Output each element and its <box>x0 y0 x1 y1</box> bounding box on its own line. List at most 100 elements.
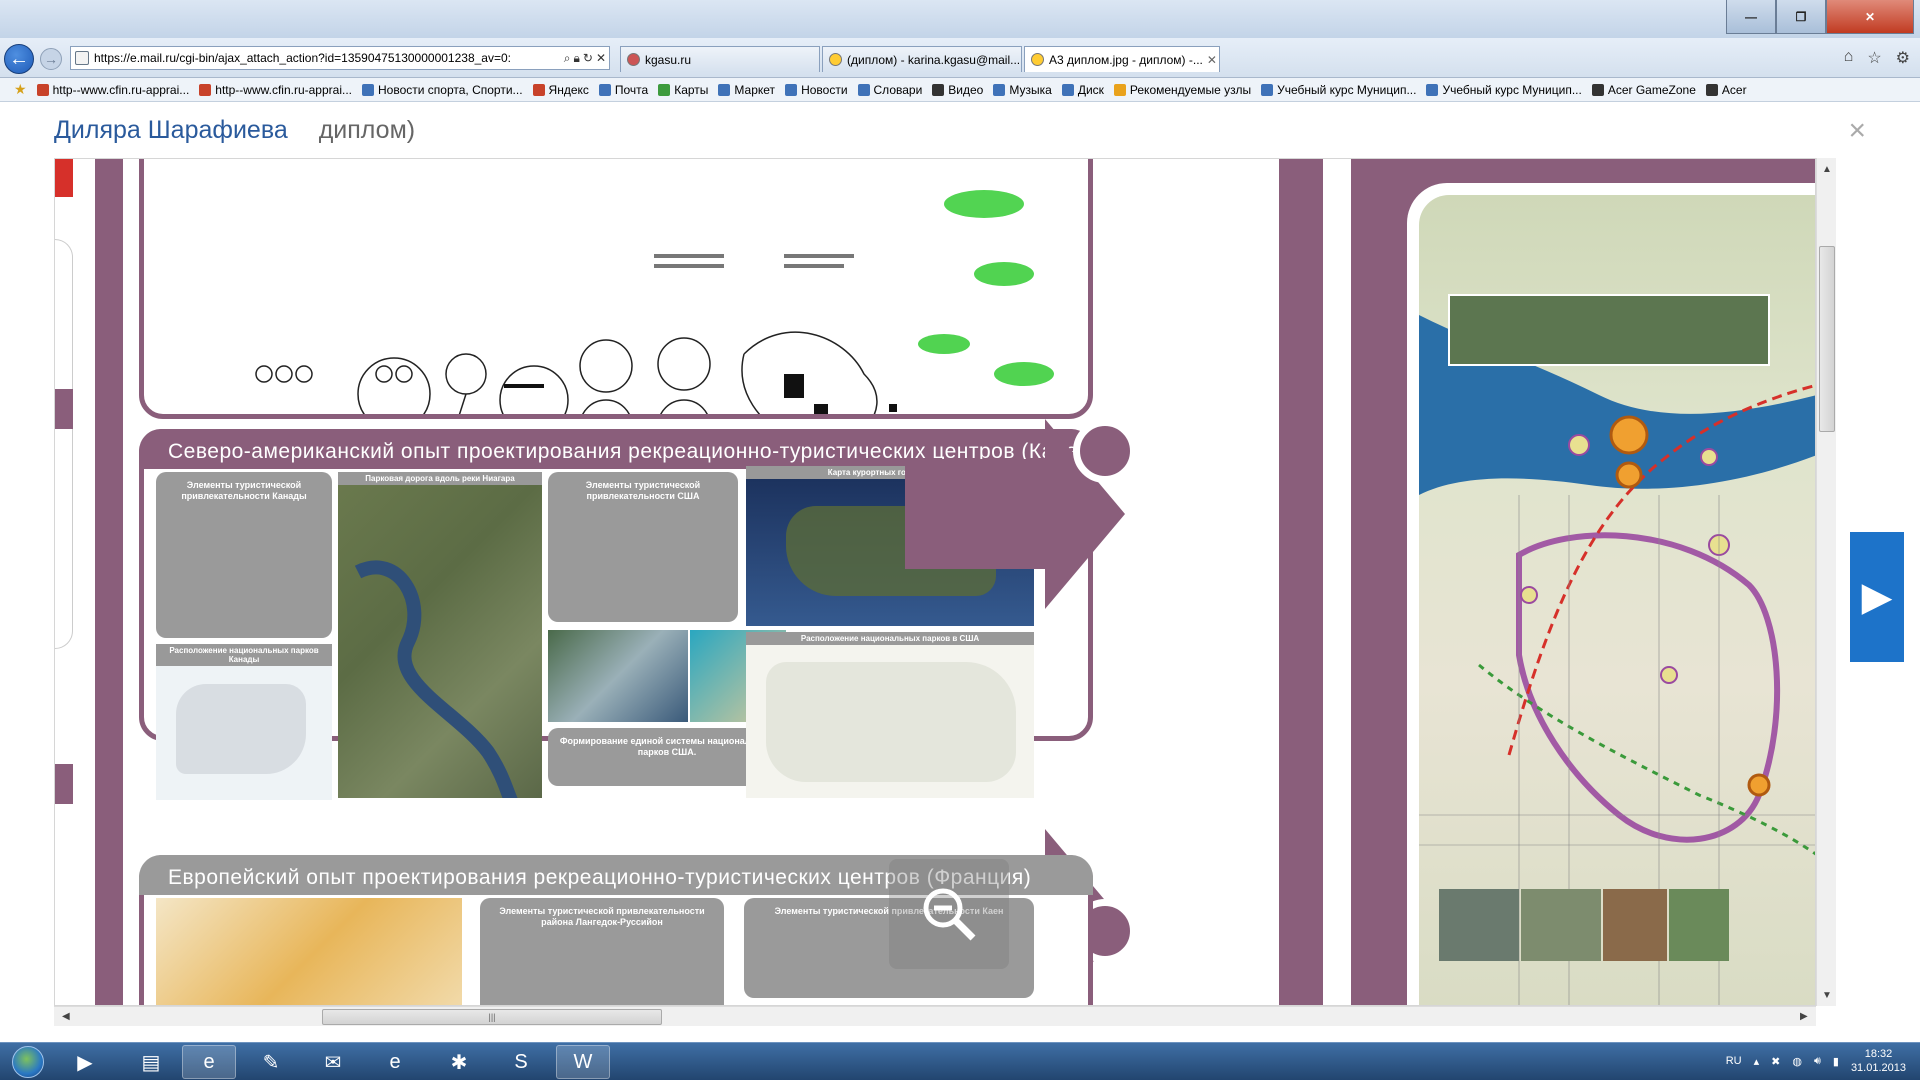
tab-attachment[interactable]: А3 диплом.jpg - диплом) -... ✕ <box>1024 46 1220 72</box>
favorite-link[interactable]: Словари <box>857 83 922 97</box>
power-icon[interactable]: ▮ <box>1833 1055 1839 1068</box>
bookmark-icon <box>1426 83 1439 96</box>
tab-favicon-icon <box>1031 53 1044 66</box>
internet-explorer-icon[interactable]: e <box>182 1045 236 1079</box>
favorite-link[interactable]: http--www.cfin.ru-apprai... <box>36 83 189 97</box>
favorite-link[interactable]: Новости спорта, Спорти... <box>362 83 523 97</box>
search-icon[interactable]: ⌕ <box>564 51 571 66</box>
site-map-drawing <box>1419 294 1815 1005</box>
recommended-icon <box>1113 83 1126 96</box>
favorite-link[interactable]: Учебный курс Муницип... <box>1426 83 1582 97</box>
favorite-link[interactable]: Acer GameZone <box>1591 83 1696 97</box>
canada-parks-caption: Расположение национальных парков Канады <box>156 644 332 666</box>
vertical-scrollbar[interactable]: ▲ ▼ <box>1816 158 1836 1006</box>
explorer-icon[interactable]: ▤ <box>124 1045 178 1079</box>
internet-explorer-icon[interactable]: e <box>368 1045 422 1079</box>
scroll-down-arrow-icon[interactable]: ▼ <box>1822 990 1832 1001</box>
clock-time: 18:32 <box>1864 1048 1893 1060</box>
star-icon[interactable]: ☆ <box>1867 48 1881 68</box>
antivirus-icon[interactable]: ✖ <box>1771 1055 1780 1068</box>
tray-arrow-icon[interactable]: ▴ <box>1754 1055 1760 1068</box>
bookmark-icon <box>199 83 212 96</box>
photo-waterfall <box>548 630 688 722</box>
word-icon[interactable]: W <box>556 1045 610 1079</box>
zoom-out-icon <box>923 888 976 941</box>
node-circle <box>1073 419 1137 483</box>
favorite-link[interactable]: http--www.cfin.ru-apprai... <box>199 83 352 97</box>
sender-name[interactable]: Диляра Шарафиева <box>54 116 288 144</box>
tab-close-icon[interactable]: ✕ <box>1203 53 1217 67</box>
network-tray-icon[interactable]: ◍ <box>1792 1055 1802 1068</box>
next-image-button[interactable]: ▶ <box>1850 532 1904 662</box>
forward-button[interactable]: → <box>40 48 62 70</box>
address-text: https://e.mail.ru/cgi-bin/ajax_attach_ac… <box>94 51 511 65</box>
refresh-icon[interactable]: ↻ <box>583 51 593 65</box>
paint-icon[interactable]: ✎ <box>244 1045 298 1079</box>
volume-icon[interactable]: 🔊︎ <box>1814 1055 1821 1068</box>
browser-tool-icons: ⌂ ☆ ⚙ <box>1844 48 1910 68</box>
stop-icon[interactable]: ✕ <box>596 51 606 65</box>
favorite-link[interactable]: Диск <box>1061 83 1104 97</box>
horizontal-scrollbar[interactable]: ◀ ||| ▶ <box>54 1006 1816 1026</box>
close-window-button[interactable]: ✕ <box>1826 0 1914 34</box>
clock[interactable]: 18:32 31.01.2013 <box>1851 1047 1906 1075</box>
music-icon <box>993 83 1006 96</box>
favorite-link[interactable]: Новости <box>785 83 848 97</box>
page-icon <box>75 51 89 65</box>
gear-icon[interactable]: ⚙ <box>1896 48 1910 68</box>
horizontal-scroll-thumb[interactable]: ||| <box>322 1009 662 1025</box>
maximize-button[interactable]: ❐ <box>1776 0 1826 34</box>
acer-icon <box>1705 83 1718 96</box>
languedoc-box: Элементы туристической привлекательности… <box>480 898 724 1005</box>
media-player-icon[interactable]: ▶ <box>58 1045 112 1079</box>
languedoc-title: Элементы туристической привлекательности… <box>499 906 705 928</box>
system-tray: RU ▴ ✖ ◍ 🔊︎ ▮ 18:32 31.01.2013 <box>1726 1047 1906 1075</box>
vertical-scroll-thumb[interactable] <box>1819 246 1835 432</box>
usa-box-title: Элементы туристической привлекательности… <box>585 480 701 502</box>
left-fragment <box>55 239 73 649</box>
scroll-left-arrow-icon[interactable]: ◀ <box>62 1011 70 1022</box>
diagrams-panel <box>139 159 1093 495</box>
mail-icon[interactable]: ✉ <box>306 1045 360 1079</box>
minimize-button[interactable]: — <box>1726 0 1776 34</box>
address-tools: ⌕ 🔒︎ ↻ ✕ <box>516 46 610 70</box>
canada-box-title: Элементы туристической привлекательности… <box>181 480 307 502</box>
favorite-link[interactable]: Маркет <box>718 83 775 97</box>
tab-kgasu[interactable]: kgasu.ru <box>620 46 820 72</box>
favorite-link[interactable]: Музыка <box>993 83 1052 97</box>
image-frame[interactable]: Северо-американский опыт проектирования … <box>54 158 1816 1006</box>
favorite-link[interactable]: Видео <box>932 83 983 97</box>
home-icon[interactable]: ⌂ <box>1844 48 1854 68</box>
network-icon[interactable]: ✱ <box>432 1045 486 1079</box>
close-viewer-button[interactable]: × <box>1848 114 1866 148</box>
language-indicator[interactable]: RU <box>1726 1055 1742 1067</box>
message-subject: диплом) <box>318 116 416 144</box>
yandex-icon <box>532 83 545 96</box>
viewer-header: Диляра Шарафиева диплом) <box>54 116 415 145</box>
bookmark-icon <box>1261 83 1274 96</box>
usa-parks-map: Расположение национальных парков в США <box>746 632 1034 798</box>
scroll-right-arrow-icon[interactable]: ▶ <box>1800 1011 1808 1022</box>
lock-icon[interactable]: 🔒︎ <box>573 51 579 66</box>
site-map-frame <box>1407 183 1815 1005</box>
favorite-link[interactable]: Учебный курс Муницип... <box>1261 83 1416 97</box>
tab-favicon-icon <box>829 53 842 66</box>
favorite-link[interactable]: Рекомендуемые узлы <box>1113 83 1251 97</box>
canada-box: Элементы туристической привлекательности… <box>156 472 332 638</box>
favorite-link[interactable]: Яндекс <box>532 83 589 97</box>
favorites-bar: ★ http--www.cfin.ru-apprai... http--www.… <box>0 78 1920 102</box>
start-button[interactable] <box>6 1043 50 1081</box>
zoom-out-button[interactable] <box>889 859 1009 969</box>
favorites-star-icon[interactable]: ★ <box>14 81 27 98</box>
favorite-link[interactable]: Карты <box>658 83 708 97</box>
favorite-link[interactable]: Почта <box>598 83 648 97</box>
usa-outline <box>766 662 1016 782</box>
favorite-link[interactable]: Acer <box>1705 83 1747 97</box>
back-button[interactable]: ← <box>4 44 34 74</box>
browser-window: — ❐ ✕ ← → https://e.mail.ru/cgi-bin/ajax… <box>0 0 1920 1080</box>
scroll-up-arrow-icon[interactable]: ▲ <box>1822 164 1832 175</box>
tab-label: kgasu.ru <box>645 52 692 67</box>
tab-mail[interactable]: (диплом) - karina.kgasu@mail.... <box>822 46 1022 72</box>
france-map <box>156 898 462 1005</box>
skype-icon[interactable]: S <box>494 1045 548 1079</box>
